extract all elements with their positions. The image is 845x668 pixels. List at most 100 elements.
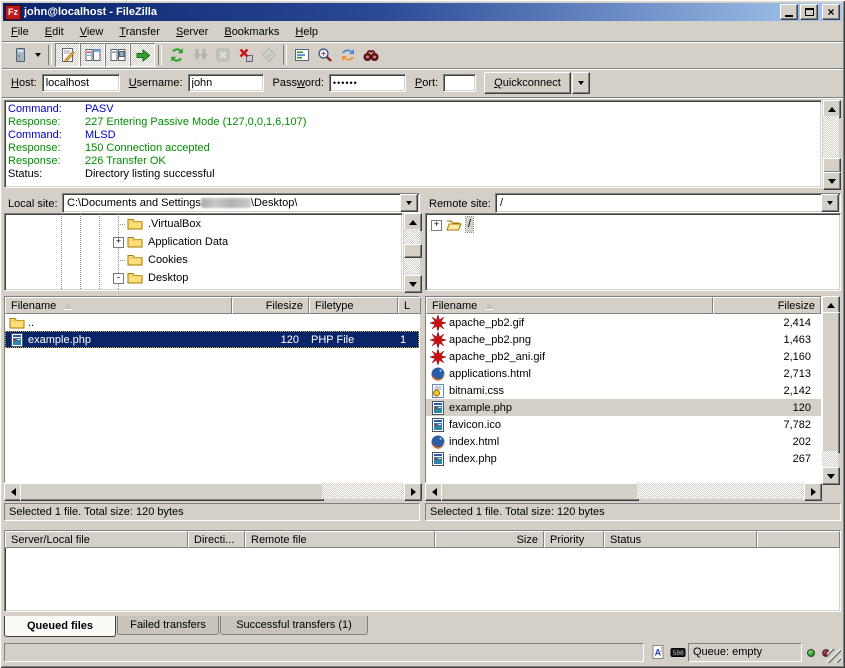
scroll-right-button[interactable] (404, 483, 422, 501)
queue-column-status[interactable]: Status (604, 531, 757, 548)
tab-successful-transfers-1-[interactable]: Successful transfers (1) (220, 616, 368, 635)
scroll-down-button[interactable] (404, 275, 422, 293)
tree-collapse-icon[interactable]: - (113, 273, 124, 284)
username-input[interactable] (188, 74, 264, 92)
scroll-right-button[interactable] (804, 483, 822, 501)
column-header-filesize[interactable]: Filesize (713, 297, 821, 314)
queue-column-blank[interactable] (757, 531, 840, 548)
queue-column-server-local-file[interactable]: Server/Local file (5, 531, 188, 548)
cancel-operation-button[interactable] (211, 44, 234, 66)
file-row-apache-pb2.png[interactable]: apache_pb2.png1,463 (426, 331, 821, 348)
compare-directories-button[interactable] (313, 44, 336, 66)
title-bar[interactable]: Fz john@localhost - FileZilla × (3, 3, 842, 21)
file-row-favicon.ico[interactable]: favicon.ico7,782 (426, 416, 821, 433)
menu-bookmarks[interactable]: Bookmarks (216, 24, 287, 40)
menu-transfer[interactable]: Transfer (111, 24, 168, 40)
scrollbar-thumb[interactable] (822, 312, 840, 453)
message-log-scrollbar[interactable] (823, 100, 840, 188)
menu-view[interactable]: View (72, 24, 112, 40)
local-tree-scrollbar[interactable] (404, 213, 421, 291)
file-row-..[interactable]: .. (5, 314, 419, 331)
queue-column-size[interactable]: Size (435, 531, 544, 548)
local-file-list[interactable]: FilenameFilesizeFiletypeL..example.php12… (4, 296, 420, 483)
quickconnect-dropdown-button[interactable] (572, 72, 590, 94)
resize-grip[interactable] (827, 649, 841, 663)
find-files-button[interactable] (359, 44, 382, 66)
tree-expand-icon[interactable]: + (113, 237, 124, 248)
scrollbar-track[interactable] (637, 483, 804, 499)
queue-column-remote-file[interactable]: Remote file (245, 531, 435, 548)
column-header-filetype[interactable]: Filetype (309, 297, 398, 314)
process-queue-button[interactable] (188, 44, 211, 66)
scroll-down-button[interactable] (823, 172, 841, 190)
menu-edit[interactable]: Edit (37, 24, 72, 40)
tree-item-cookies[interactable]: Cookies (146, 253, 190, 268)
synchronized-browsing-button[interactable] (336, 44, 359, 66)
tree-item--virtualbox[interactable]: .VirtualBox (146, 217, 203, 232)
remote-list-scrollbar[interactable] (822, 296, 839, 483)
transfer-queue-panel[interactable]: Server/Local fileDirecti...Remote fileSi… (4, 530, 841, 612)
disconnect-button[interactable] (234, 44, 257, 66)
file-row-example.php[interactable]: example.php120PHP File1 (5, 331, 419, 348)
scrollbar-track[interactable] (823, 116, 839, 158)
column-header-filename[interactable]: Filename (426, 297, 713, 314)
speed-limit-icon[interactable]: 500 (670, 644, 686, 660)
directory-filters-button[interactable] (290, 44, 313, 66)
column-header-filename[interactable]: Filename (5, 297, 232, 314)
toggle-local-tree-button[interactable] (80, 43, 105, 67)
toggle-message-log-button[interactable] (55, 43, 80, 67)
open-site-manager-button[interactable] (8, 44, 31, 66)
scrollbar-thumb[interactable] (20, 483, 324, 501)
scrollbar-thumb[interactable] (441, 483, 639, 501)
scrollbar-track[interactable] (322, 483, 404, 499)
scrollbar-thumb[interactable] (404, 244, 422, 258)
column-header-l[interactable]: L (398, 297, 421, 314)
scroll-down-button[interactable] (822, 467, 840, 485)
port-input[interactable] (443, 74, 476, 92)
tab-failed-transfers[interactable]: Failed transfers (117, 616, 219, 635)
tree-item-application-data[interactable]: Application Data (146, 235, 230, 250)
file-row-apache-pb2.gif[interactable]: apache_pb2.gif2,414 (426, 314, 821, 331)
remote-file-list[interactable]: FilenameFilesizeapache_pb2.gif2,414apach… (425, 296, 822, 483)
local-directory-tree[interactable]: .VirtualBox + Application Data Cookies - Desk… (4, 213, 403, 291)
scrollbar-track[interactable] (822, 451, 838, 467)
queue-column-priority[interactable]: Priority (544, 531, 604, 548)
minimize-button[interactable] (780, 4, 798, 20)
scrollbar-thumb[interactable] (823, 158, 841, 173)
refresh-button[interactable] (165, 44, 188, 66)
tab-queued-files[interactable]: Queued files (4, 616, 116, 637)
column-header-filesize[interactable]: Filesize (232, 297, 309, 314)
menu-server[interactable]: Server (168, 24, 216, 40)
toggle-remote-tree-button[interactable] (105, 43, 130, 67)
local-list-hscrollbar[interactable] (4, 483, 420, 499)
data-type-ascii-icon[interactable]: A (650, 644, 666, 660)
menu-help[interactable]: Help (287, 24, 326, 40)
local-site-dropdown-button[interactable] (400, 194, 418, 212)
file-row-apache-pb2-ani.gif[interactable]: apache_pb2_ani.gif2,160 (426, 348, 821, 365)
tree-item-desktop[interactable]: Desktop (146, 271, 190, 286)
maximize-button[interactable] (800, 4, 818, 20)
queue-column-directi-[interactable]: Directi... (188, 531, 245, 548)
local-site-combobox[interactable]: C:\Documents and Settings\Desktop\ (62, 193, 420, 213)
remote-site-dropdown-button[interactable] (821, 194, 839, 212)
menu-file[interactable]: File (3, 24, 37, 40)
message-log[interactable]: Command:PASVResponse:227 Entering Passiv… (4, 100, 822, 188)
cell-name: favicon.ico (426, 416, 713, 433)
file-row-bitnami.css[interactable]: bitnami.css2,142 (426, 382, 821, 399)
remote-list-hscrollbar[interactable] (425, 483, 820, 499)
remote-site-combobox[interactable]: / (495, 193, 841, 213)
tree-expand-icon[interactable]: + (431, 220, 442, 231)
reconnect-button[interactable] (257, 44, 280, 66)
password-input[interactable] (329, 74, 406, 92)
file-row-applications.html[interactable]: applications.html2,713 (426, 365, 821, 382)
close-button[interactable]: × (822, 4, 840, 20)
host-input[interactable] (42, 74, 120, 92)
file-row-example.php[interactable]: example.php120 (426, 399, 821, 416)
file-row-index.php[interactable]: index.php267 (426, 450, 821, 467)
quickconnect-button[interactable]: Quickconnect (484, 72, 571, 94)
remote-directory-tree[interactable]: +/ (425, 213, 841, 291)
tree-item-root[interactable]: / (466, 217, 473, 232)
site-manager-dropdown-button[interactable] (31, 44, 45, 66)
file-row-index.html[interactable]: index.html202 (426, 433, 821, 450)
toggle-transfer-queue-button[interactable] (130, 43, 155, 67)
